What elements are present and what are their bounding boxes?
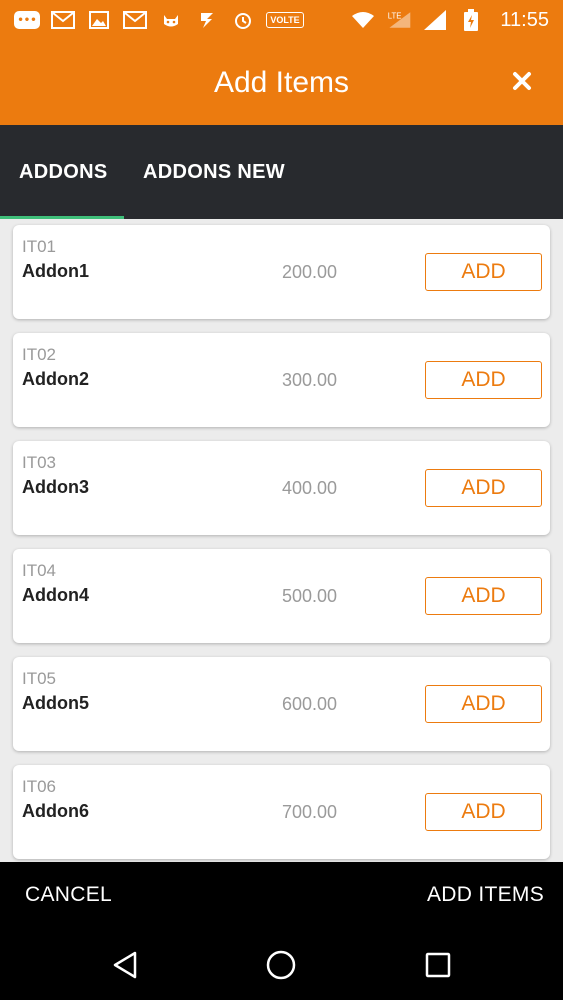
svg-text:LTE: LTE <box>388 11 402 20</box>
gallery-icon <box>86 11 112 29</box>
item-name: Addon6 <box>22 801 89 821</box>
add-button[interactable]: ADD <box>425 469 542 507</box>
flash-icon <box>194 11 220 29</box>
alarm-icon <box>230 11 256 29</box>
item-price: 500.00 <box>282 586 338 606</box>
wifi-icon <box>350 11 376 29</box>
item-card: IT02 Addon2 300.00 ADD <box>13 333 550 427</box>
item-price: 700.00 <box>282 802 338 822</box>
item-code: IT04 <box>22 561 57 580</box>
tab-label: ADDONS NEW <box>143 160 285 183</box>
gmail-icon <box>50 11 76 29</box>
back-button[interactable] <box>108 948 142 982</box>
tab-addons-new[interactable]: ADDONS NEW <box>124 125 304 219</box>
item-price: 200.00 <box>282 262 338 282</box>
signal-icon <box>422 10 448 30</box>
status-bar: ••• VOLTE LTE 11:55 <box>0 0 563 40</box>
tab-bar: ADDONS ADDONS NEW <box>0 125 563 219</box>
item-name: Addon2 <box>22 369 89 389</box>
battery-icon <box>458 9 484 31</box>
back-icon <box>113 951 137 979</box>
system-nav-bar <box>0 928 563 1000</box>
add-button[interactable]: ADD <box>425 685 542 723</box>
item-name: Addon4 <box>22 585 89 605</box>
home-button[interactable] <box>264 948 298 982</box>
message-icon: ••• <box>14 11 40 29</box>
item-price: 600.00 <box>282 694 338 714</box>
item-name: Addon5 <box>22 693 89 713</box>
item-name: Addon3 <box>22 477 89 497</box>
add-items-button[interactable]: ADD ITEMS <box>427 883 544 907</box>
item-code: IT03 <box>22 453 57 472</box>
add-button[interactable]: ADD <box>425 577 542 615</box>
close-icon <box>513 72 531 90</box>
cancel-button[interactable]: CANCEL <box>25 883 112 907</box>
item-card: IT05 Addon5 600.00 ADD <box>13 657 550 751</box>
item-code: IT01 <box>22 237 57 256</box>
recents-icon <box>425 952 451 978</box>
cat-icon <box>158 11 184 29</box>
item-code: IT05 <box>22 669 57 688</box>
volte-icon: VOLTE <box>266 12 304 28</box>
add-button[interactable]: ADD <box>425 361 542 399</box>
app-bar: Add Items <box>0 40 563 125</box>
gmail-icon <box>122 11 148 29</box>
item-code: IT06 <box>22 777 57 796</box>
items-list[interactable]: IT01 Addon1 200.00 ADD IT02 Addon2 300.0… <box>0 219 563 862</box>
item-card: IT01 Addon1 200.00 ADD <box>13 225 550 319</box>
home-icon <box>266 950 296 980</box>
item-card: IT06 Addon6 700.00 ADD <box>13 765 550 859</box>
tab-addons[interactable]: ADDONS <box>0 125 124 219</box>
item-card: IT04 Addon4 500.00 ADD <box>13 549 550 643</box>
item-card: IT03 Addon3 400.00 ADD <box>13 441 550 535</box>
page-title: Add Items <box>213 65 350 99</box>
clock: 11:55 <box>500 8 549 31</box>
recents-button[interactable] <box>421 948 455 982</box>
system-icons: LTE 11:55 <box>350 9 549 32</box>
lte-icon: LTE <box>386 11 412 29</box>
item-price: 300.00 <box>282 370 338 390</box>
item-name: Addon1 <box>22 261 89 281</box>
dialog-actions: CANCEL ADD ITEMS <box>0 862 563 928</box>
notification-icons: ••• VOLTE <box>14 11 304 29</box>
item-code: IT02 <box>22 345 57 364</box>
item-price: 400.00 <box>282 478 338 498</box>
close-button[interactable] <box>507 66 537 96</box>
tab-label: ADDONS <box>19 160 108 183</box>
add-button[interactable]: ADD <box>425 793 542 831</box>
add-button[interactable]: ADD <box>425 253 542 291</box>
